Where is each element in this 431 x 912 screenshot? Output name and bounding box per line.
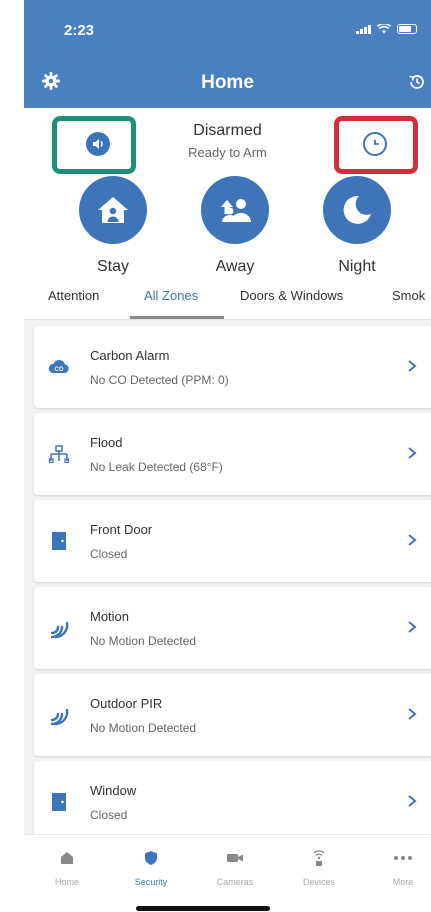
tab-attention[interactable]: Attention — [48, 288, 99, 303]
door-icon — [52, 532, 66, 550]
nav-label: More — [392, 877, 414, 887]
status-time: 2:23 — [64, 22, 95, 39]
motion-icon — [50, 708, 69, 726]
chevron-right-icon — [408, 534, 417, 546]
nav-more[interactable]: More — [368, 847, 431, 887]
zone-status: Closed — [90, 547, 128, 561]
battery-icon — [397, 24, 417, 34]
zone-row-window[interactable]: Window Closed — [34, 761, 431, 843]
home-icon — [61, 852, 73, 864]
highlight-box-schedule — [334, 116, 418, 174]
zone-row-motion[interactable]: Motion No Motion Detected — [34, 587, 431, 669]
chevron-right-icon — [408, 447, 417, 459]
nav-home[interactable]: Home — [32, 847, 102, 887]
nav-label: Cameras — [216, 877, 254, 887]
chevron-right-icon — [408, 795, 417, 807]
zone-name: Window — [90, 783, 137, 798]
app-screen: 2:23 Home Disarmed Ready to Arm Stay Awa… — [24, 0, 431, 912]
chevron-right-icon — [408, 621, 417, 633]
pipe-icon — [48, 445, 70, 464]
zone-name: Front Door — [90, 522, 153, 537]
window-icon — [52, 793, 66, 811]
zone-status: No Motion Detected — [90, 634, 197, 648]
signal-icon — [356, 24, 371, 34]
tab-smoke[interactable]: Smok — [392, 288, 425, 303]
nav-label: Security — [134, 877, 168, 887]
status-icons — [356, 24, 417, 34]
arm-stay-label: Stay — [96, 258, 129, 275]
people-arrow-icon — [221, 199, 251, 222]
history-icon[interactable] — [407, 72, 427, 92]
zone-name: Carbon Alarm — [90, 348, 170, 363]
zone-name: Flood — [90, 435, 123, 450]
zone-tabs: Attention All Zones Doors & Windows Smok — [24, 278, 431, 320]
zone-status: Closed — [90, 808, 128, 822]
moon-star-icon — [343, 195, 371, 224]
zone-row-front-door[interactable]: Front Door Closed — [34, 500, 431, 582]
more-icon — [394, 856, 412, 860]
chevron-right-icon — [408, 708, 417, 720]
zone-status: No CO Detected (PPM: 0) — [90, 373, 229, 387]
camera-icon — [227, 854, 243, 862]
shield-icon — [145, 851, 157, 865]
nav-label: Devices — [302, 877, 335, 887]
arm-night-button[interactable]: Night — [322, 176, 392, 276]
nav-cameras[interactable]: Cameras — [200, 847, 270, 887]
page-title: Home — [201, 72, 254, 93]
house-person-icon — [98, 197, 128, 223]
arm-away-label: Away — [215, 258, 255, 275]
svg-text:CO: CO — [55, 367, 64, 373]
nav-security[interactable]: Security — [116, 847, 186, 887]
header-bar: 2:23 Home — [24, 0, 431, 108]
co-cloud-icon: CO — [48, 359, 69, 373]
tab-doors-windows[interactable]: Doors & Windows — [240, 288, 343, 303]
arm-stay-button[interactable]: Stay — [78, 176, 148, 276]
zone-name: Outdoor PIR — [90, 696, 163, 711]
motion-icon — [50, 621, 69, 639]
arm-away-button[interactable]: Away — [200, 176, 270, 276]
active-tab-indicator — [130, 316, 224, 319]
arm-night-label: Night — [338, 258, 376, 275]
zone-name: Motion — [90, 609, 130, 624]
zone-row-flood[interactable]: Flood No Leak Detected (68°F) — [34, 413, 431, 495]
home-indicator[interactable] — [136, 906, 270, 911]
chevron-right-icon — [408, 360, 417, 372]
wifi-icon — [377, 24, 391, 34]
zone-row-outdoor-pir[interactable]: Outdoor PIR No Motion Detected — [34, 674, 431, 756]
devices-icon — [313, 850, 325, 866]
zone-status: No Leak Detected (68°F) — [90, 460, 223, 474]
zone-row-carbon-alarm[interactable]: CO Carbon Alarm No CO Detected (PPM: 0) — [34, 326, 431, 408]
nav-devices[interactable]: Devices — [284, 847, 354, 887]
bottom-nav: Home Security Cameras Devices More — [24, 834, 431, 912]
zone-status: No Motion Detected — [90, 721, 197, 735]
nav-label: Home — [54, 877, 79, 887]
tab-all-zones[interactable]: All Zones — [144, 288, 198, 303]
